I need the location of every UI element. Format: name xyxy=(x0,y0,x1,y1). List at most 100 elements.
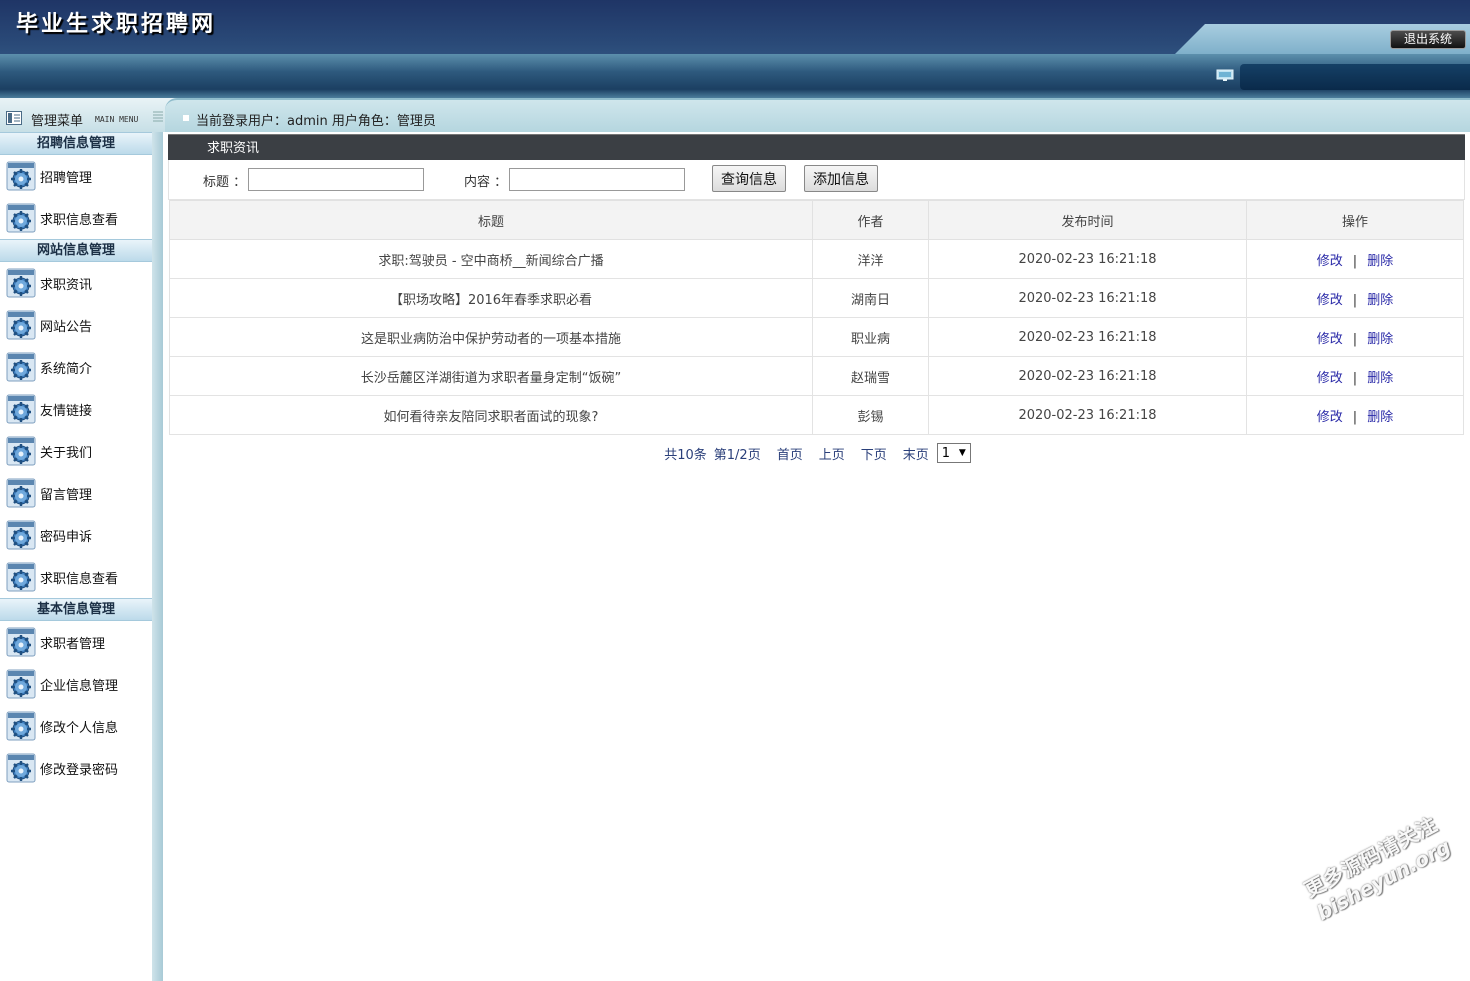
delete-link[interactable]: 删除 xyxy=(1367,410,1393,425)
delete-link[interactable]: 删除 xyxy=(1367,293,1393,308)
section-title: 求职资讯 xyxy=(168,134,1465,160)
action-separator: | xyxy=(1352,370,1358,386)
row-author: 赵瑞雪 xyxy=(812,356,929,396)
page-select-value: 1 xyxy=(941,445,951,461)
menu-title: 管理菜单 xyxy=(31,114,84,129)
logout-button[interactable]: 退出系统 xyxy=(1390,30,1466,49)
sidebar-group-header[interactable]: 基本信息管理 xyxy=(0,598,152,621)
gear-icon xyxy=(6,753,36,783)
sidebar-menu-item[interactable]: 友情链接 xyxy=(0,388,152,430)
row-title: 这是职业病防治中保护劳动者的一项基本措施 xyxy=(169,317,813,357)
row-author: 彭锡 xyxy=(812,395,929,435)
row-actions: 修改 | 删除 xyxy=(1246,395,1464,435)
content-search-input[interactable] xyxy=(509,168,685,191)
edit-link[interactable]: 修改 xyxy=(1317,332,1343,347)
sidebar-menu-label: 网站公告 xyxy=(40,319,93,335)
edit-link[interactable]: 修改 xyxy=(1317,254,1343,269)
sidebar-menu-item[interactable]: 网站公告 xyxy=(0,304,152,346)
pager-prev-link[interactable]: 上页 xyxy=(819,444,845,463)
edit-link[interactable]: 修改 xyxy=(1317,410,1343,425)
sidebar-menu-label: 密码申诉 xyxy=(40,529,93,545)
sidebar-menu-item[interactable]: 招聘管理 xyxy=(0,155,152,197)
current-user-info: 当前登录用户：admin 用户角色：管理员 xyxy=(196,114,436,129)
action-separator: | xyxy=(1352,253,1358,269)
row-title: 长沙岳麓区洋湖街道为求职者量身定制“饭碗” xyxy=(169,356,813,396)
sidebar-menu-item[interactable]: 关于我们 xyxy=(0,430,152,472)
row-actions: 修改 | 删除 xyxy=(1246,239,1464,279)
gear-icon xyxy=(6,268,36,298)
delete-link[interactable]: 删除 xyxy=(1367,332,1393,347)
content-search-label: 内容 ： xyxy=(464,175,508,190)
sidebar-menu-label: 求职者管理 xyxy=(40,636,106,652)
row-actions: 修改 | 删除 xyxy=(1246,317,1464,357)
sidebar-menu-label: 修改个人信息 xyxy=(40,720,119,736)
sidebar-menu-item[interactable]: 求职资讯 xyxy=(0,262,152,304)
main-content: 求职资讯 标题 ： 内容 ： 查询信息 添加信息 标题 作者 发布时间 操作 求… xyxy=(168,134,1465,471)
sidebar-menu-label: 系统简介 xyxy=(40,361,93,377)
monitor-icon xyxy=(1216,69,1234,81)
gear-icon xyxy=(6,203,36,233)
delete-link[interactable]: 删除 xyxy=(1367,254,1393,269)
add-button[interactable]: 添加信息 xyxy=(804,165,878,192)
news-table: 标题 作者 发布时间 操作 求职:驾驶员 - 空中商桥__新闻综合广播 洋洋 2… xyxy=(169,200,1464,435)
row-author: 职业病 xyxy=(812,317,929,357)
collapse-lines-icon[interactable] xyxy=(153,110,163,122)
action-separator: | xyxy=(1352,292,1358,308)
delete-link[interactable]: 删除 xyxy=(1367,371,1393,386)
table-row: 这是职业病防治中保护劳动者的一项基本措施 职业病 2020-02-23 16:2… xyxy=(169,317,1464,357)
menu-panel-icon xyxy=(6,111,22,125)
sidebar-menu-label: 招聘管理 xyxy=(40,170,93,186)
search-row: 标题 ： 内容 ： 查询信息 添加信息 xyxy=(168,160,1465,200)
gear-icon xyxy=(6,562,36,592)
table-body: 求职:驾驶员 - 空中商桥__新闻综合广播 洋洋 2020-02-23 16:2… xyxy=(169,239,1464,435)
sidebar-menu-label: 求职资讯 xyxy=(40,277,93,293)
gear-icon xyxy=(6,394,36,424)
gear-icon xyxy=(6,161,36,191)
sidebar-menu-item[interactable]: 留言管理 xyxy=(0,472,152,514)
sidebar-menu-item[interactable]: 系统简介 xyxy=(0,346,152,388)
bullet-icon xyxy=(183,115,189,121)
pager-first-link[interactable]: 首页 xyxy=(777,444,803,463)
gear-icon xyxy=(6,520,36,550)
row-title: 求职:驾驶员 - 空中商桥__新闻综合广播 xyxy=(169,239,813,279)
sidebar-menu-item[interactable]: 企业信息管理 xyxy=(0,663,152,705)
row-time: 2020-02-23 16:21:18 xyxy=(928,239,1247,279)
column-header-author: 作者 xyxy=(812,200,929,240)
query-button[interactable]: 查询信息 xyxy=(712,165,786,192)
sidebar-menu-item[interactable]: 密码申诉 xyxy=(0,514,152,556)
row-time: 2020-02-23 16:21:18 xyxy=(928,278,1247,318)
action-separator: | xyxy=(1352,331,1358,347)
sidebar-menu-item[interactable]: 求职信息查看 xyxy=(0,197,152,239)
sidebar-group-header[interactable]: 网站信息管理 xyxy=(0,239,152,262)
sidebar-menu-item[interactable]: 修改个人信息 xyxy=(0,705,152,747)
gear-icon xyxy=(6,478,36,508)
pagination: 共10条 第1/2页 首页 上页 下页 末页 1 ▼ xyxy=(170,435,1465,471)
action-separator: | xyxy=(1352,409,1358,425)
column-header-actions: 操作 xyxy=(1246,200,1464,240)
column-header-time: 发布时间 xyxy=(928,200,1247,240)
title-search-input[interactable] xyxy=(248,168,424,191)
sidebar-menu-item[interactable]: 求职信息查看 xyxy=(0,556,152,598)
sidebar-menu-label: 修改登录密码 xyxy=(40,762,119,778)
dropdown-arrow-icon: ▼ xyxy=(958,448,966,458)
edit-link[interactable]: 修改 xyxy=(1317,293,1343,308)
edit-link[interactable]: 修改 xyxy=(1317,371,1343,386)
row-author: 洋洋 xyxy=(812,239,929,279)
sidebar-menu-item[interactable]: 求职者管理 xyxy=(0,621,152,663)
sidebar-group-header[interactable]: 招聘信息管理 xyxy=(0,132,152,155)
table-row: 长沙岳麓区洋湖街道为求职者量身定制“饭碗” 赵瑞雪 2020-02-23 16:… xyxy=(169,356,1464,396)
table-header-row: 标题 作者 发布时间 操作 xyxy=(169,200,1464,240)
table-row: 【职场攻略】2016年春季求职必看 湖南日 2020-02-23 16:21:1… xyxy=(169,278,1464,318)
sidebar-menu-label: 企业信息管理 xyxy=(40,678,119,694)
sidebar-menu-label: 友情链接 xyxy=(40,403,93,419)
row-time: 2020-02-23 16:21:18 xyxy=(928,317,1247,357)
pager-next-link[interactable]: 下页 xyxy=(861,444,887,463)
table-row: 如何看待亲友陪同求职者面试的现象? 彭锡 2020-02-23 16:21:18… xyxy=(169,395,1464,435)
pager-page-info: 第1/2页 xyxy=(713,447,761,463)
pager-last-link[interactable]: 末页 xyxy=(903,444,929,463)
header-right-bar xyxy=(1240,64,1470,90)
sidebar-rail xyxy=(152,132,163,981)
page-select[interactable]: 1 ▼ xyxy=(936,443,971,463)
column-header-title: 标题 xyxy=(169,200,813,240)
sidebar-menu-item[interactable]: 修改登录密码 xyxy=(0,747,152,789)
